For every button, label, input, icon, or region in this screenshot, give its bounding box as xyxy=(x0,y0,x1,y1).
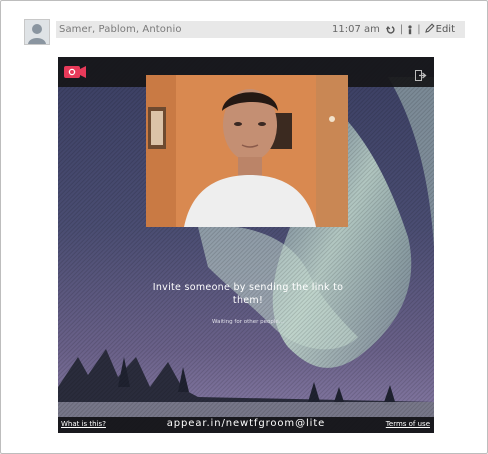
separator: | xyxy=(399,24,404,35)
participants-label: Samer, Pablom, Antonio xyxy=(59,24,182,35)
room-url-link[interactable]: appear.in/newtfgroom@lite xyxy=(58,418,434,429)
pencil-icon xyxy=(424,23,435,36)
room-bottombar: What is this? appear.in/newtfgroom@lite … xyxy=(58,417,434,433)
edit-label: Edit xyxy=(435,24,455,35)
leave-room-icon[interactable] xyxy=(415,66,427,85)
invite-message: Invite someone by sending the link to th… xyxy=(152,282,344,306)
video-room-embed[interactable]: Invite someone by sending the link to th… xyxy=(58,57,434,433)
separator: | xyxy=(417,24,421,35)
avatar[interactable] xyxy=(24,19,50,45)
reply-icon[interactable] xyxy=(385,25,396,35)
message-card: Samer, Pablom, Antonio 11:07 am | | Edit xyxy=(0,0,488,454)
info-icon[interactable] xyxy=(407,24,413,35)
edit-button[interactable]: Edit xyxy=(424,23,455,36)
avatar-silhouette-icon xyxy=(25,20,49,44)
terms-of-use-link[interactable]: Terms of use xyxy=(386,420,430,428)
waiting-status: Waiting for other people... xyxy=(212,319,284,325)
message-header: Samer, Pablom, Antonio 11:07 am | | Edit xyxy=(56,21,465,38)
message-meta: 11:07 am | | Edit xyxy=(332,23,465,36)
room-logo-icon[interactable] xyxy=(64,64,88,83)
webcam-feed-image xyxy=(146,75,348,227)
webcam-video xyxy=(146,75,348,227)
timestamp: 11:07 am xyxy=(332,24,380,35)
